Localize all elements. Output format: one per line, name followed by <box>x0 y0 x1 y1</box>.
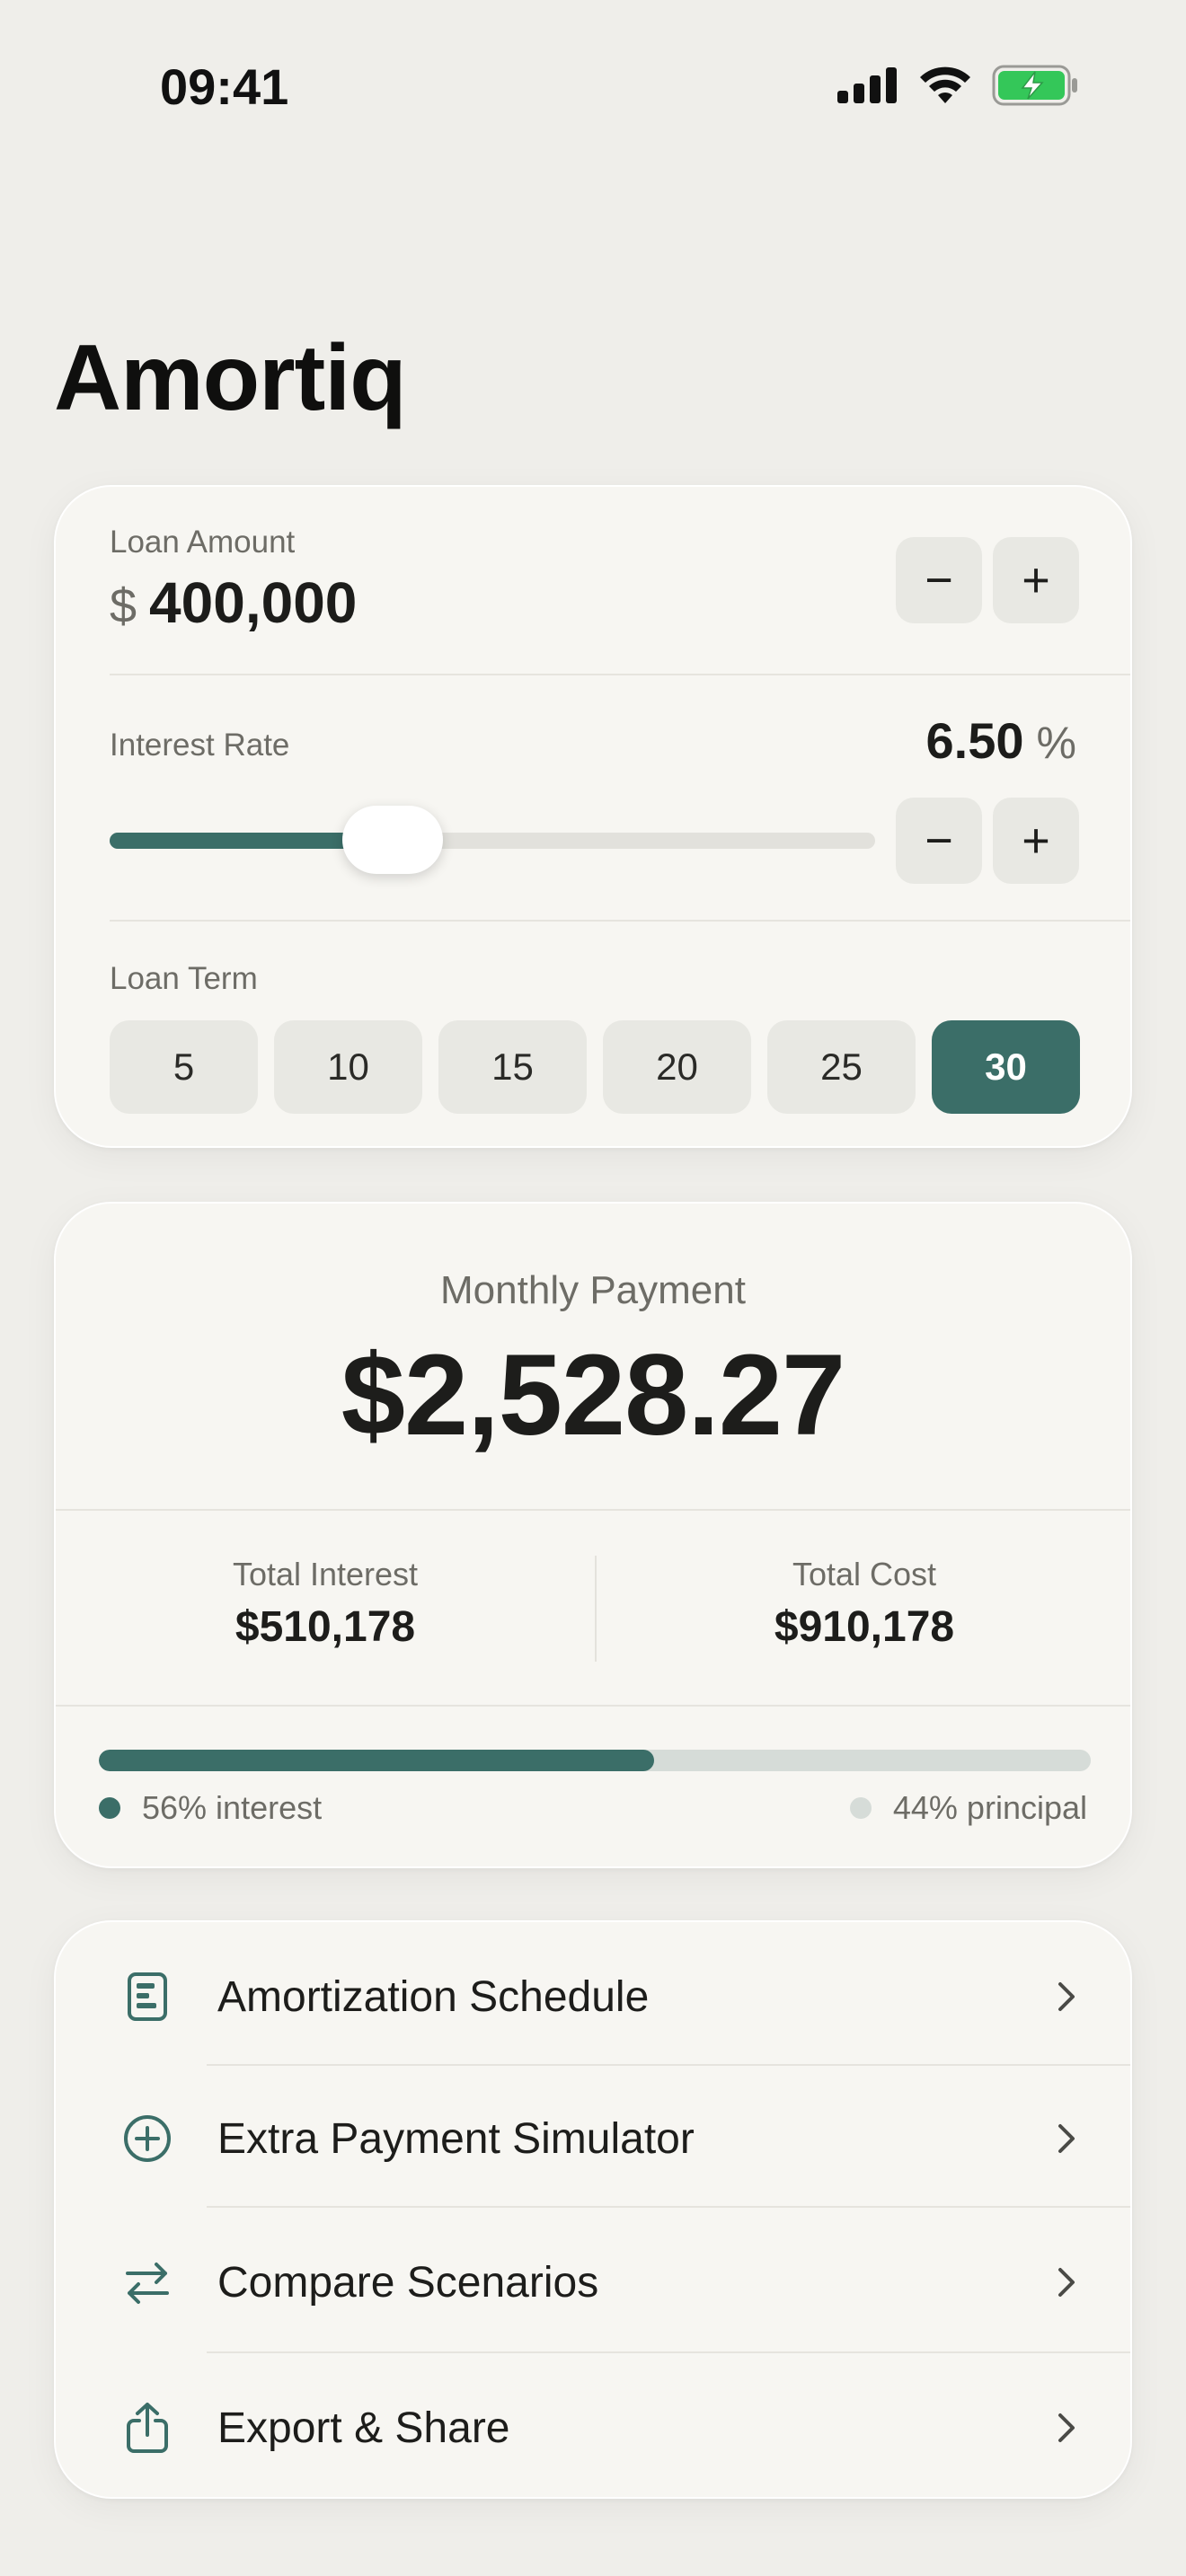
principal-legend: 44% principal <box>849 1789 1087 1827</box>
screen: 09:41 Amortiq Loan Amount $ 400,000 − + … <box>0 0 1186 2576</box>
status-time: 09:41 <box>160 58 289 115</box>
divider <box>207 2351 1130 2353</box>
status-icons <box>837 65 1078 106</box>
term-option-5[interactable]: 5 <box>110 1020 258 1114</box>
principal-legend-dot <box>849 1797 872 1819</box>
divider <box>56 1705 1130 1707</box>
divider <box>110 920 1130 922</box>
total-interest-value: $510,178 <box>235 1603 416 1651</box>
share-icon <box>119 2399 176 2457</box>
loan-term-selector: 5 10 15 20 25 30 <box>110 1020 1080 1114</box>
plus-circle-icon <box>119 2110 176 2167</box>
term-option-25[interactable]: 25 <box>767 1020 916 1114</box>
interest-rate-value: 6.50 <box>925 712 1024 769</box>
menu-item-extra-payment-simulator[interactable]: Extra Payment Simulator <box>56 2068 1130 2210</box>
loan-amount-increment-button[interactable]: + <box>993 537 1079 623</box>
actions-menu-card: Amortization Schedule Extra Payment Simu… <box>54 1920 1132 2499</box>
loan-amount-decrement-button[interactable]: − <box>896 537 982 623</box>
term-option-20[interactable]: 20 <box>603 1020 751 1114</box>
term-option-30[interactable]: 30 <box>932 1020 1080 1114</box>
chevron-right-icon <box>1058 2268 1075 2297</box>
divider <box>56 1509 1130 1511</box>
chevron-right-icon <box>1058 1982 1075 2011</box>
total-interest-stat: Total Interest $510,178 <box>56 1556 595 1652</box>
monthly-payment-value: $2,528.27 <box>341 1331 845 1460</box>
interest-legend-dot <box>99 1797 120 1819</box>
monthly-payment-label: Monthly Payment <box>440 1268 746 1312</box>
interest-rate-label: Interest Rate <box>110 728 290 763</box>
app-title: Amortiq <box>54 326 407 430</box>
loan-amount-value: 400,000 <box>149 570 358 635</box>
divider <box>207 2206 1130 2208</box>
cellular-signal-icon <box>837 67 897 103</box>
document-list-icon <box>119 1968 176 2025</box>
chevron-right-icon <box>1058 2124 1075 2153</box>
interest-principal-bar <box>99 1750 1091 1771</box>
payment-summary-card: Monthly Payment $2,528.27 Total Interest… <box>54 1202 1132 1868</box>
arrows-swap-icon <box>119 2254 176 2311</box>
menu-item-amortization-schedule[interactable]: Amortization Schedule <box>56 1926 1130 2068</box>
loan-amount-label: Loan Amount <box>110 525 296 560</box>
interest-rate-decrement-button[interactable]: − <box>896 798 982 884</box>
total-cost-stat: Total Cost $910,178 <box>595 1556 1130 1652</box>
loan-inputs-card: Loan Amount $ 400,000 − + Interest Rate … <box>54 485 1132 1148</box>
total-cost-value: $910,178 <box>774 1603 955 1651</box>
interest-portion-fill <box>99 1750 655 1771</box>
menu-item-label: Amortization Schedule <box>217 1972 650 2021</box>
interest-rate-display: 6.50 % <box>926 711 1076 770</box>
loan-amount-display[interactable]: $ 400,000 <box>110 569 357 636</box>
interest-rate-unit: % <box>1036 718 1076 768</box>
status-bar: 09:41 <box>0 0 1186 171</box>
menu-item-compare-scenarios[interactable]: Compare Scenarios <box>56 2211 1130 2353</box>
slider-thumb[interactable] <box>342 806 444 874</box>
interest-legend-text: 56% interest <box>142 1789 323 1826</box>
term-option-15[interactable]: 15 <box>438 1020 587 1114</box>
wifi-icon <box>920 66 970 103</box>
total-interest-label: Total Interest <box>232 1556 419 1592</box>
menu-item-label: Extra Payment Simulator <box>217 2114 695 2163</box>
menu-item-export-share[interactable]: Export & Share <box>56 2357 1130 2497</box>
term-option-10[interactable]: 10 <box>274 1020 422 1114</box>
divider <box>207 2064 1130 2066</box>
loan-term-label: Loan Term <box>110 961 258 996</box>
menu-item-label: Export & Share <box>217 2404 510 2452</box>
chevron-right-icon <box>1058 2413 1075 2442</box>
interest-rate-increment-button[interactable]: + <box>993 798 1079 884</box>
currency-sign: $ <box>110 579 137 633</box>
principal-legend-text: 44% principal <box>892 1789 1087 1826</box>
interest-legend: 56% interest <box>99 1789 322 1827</box>
battery-charging-icon <box>992 65 1077 106</box>
interest-rate-slider[interactable] <box>110 806 875 874</box>
divider <box>110 674 1130 675</box>
menu-item-label: Compare Scenarios <box>217 2258 599 2307</box>
total-cost-label: Total Cost <box>792 1556 937 1592</box>
